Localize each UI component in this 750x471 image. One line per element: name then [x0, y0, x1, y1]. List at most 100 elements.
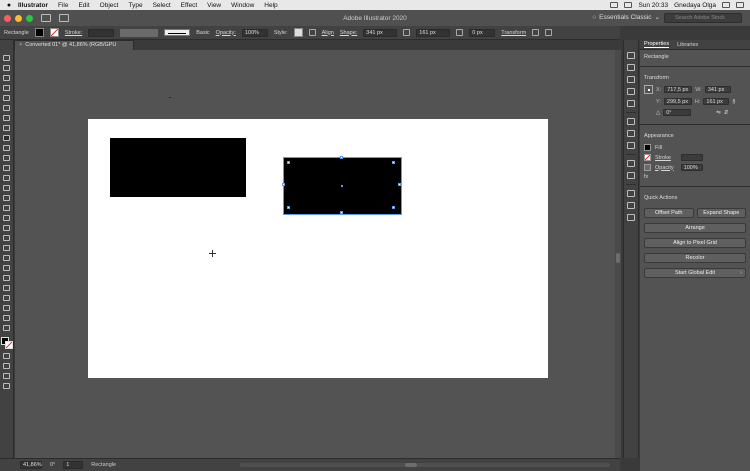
expand-shape-button[interactable]: Expand Shape: [696, 208, 746, 218]
document-tab[interactable]: ×Converted 01* @ 41,86% (RGB/GPU Preview…: [14, 40, 134, 57]
screen-mode-icon[interactable]: [3, 373, 10, 379]
paintbrush-tool-icon[interactable]: [3, 145, 10, 151]
menu-help[interactable]: Help: [264, 2, 277, 9]
corner-radius-field[interactable]: 0 px: [469, 28, 496, 37]
stroke-weight-field[interactable]: [680, 154, 703, 161]
apple-icon[interactable]: ●: [0, 2, 18, 9]
symbols-panel-icon[interactable]: [627, 100, 635, 107]
stroke-panel-icon[interactable]: [627, 118, 635, 125]
scale-tool-icon[interactable]: [3, 185, 10, 191]
black-rectangle-1[interactable]: [110, 138, 246, 197]
type-tool-icon[interactable]: [3, 115, 10, 121]
recolor-icon[interactable]: [308, 29, 316, 36]
menu-object[interactable]: Object: [100, 2, 119, 9]
angle-field[interactable]: 0°: [663, 109, 692, 116]
brushes-panel-icon[interactable]: [627, 88, 635, 95]
menu-app[interactable]: Illustrator: [18, 2, 48, 9]
w-field[interactable]: 341 px: [704, 86, 731, 93]
direct-selection-tool-icon[interactable]: [3, 65, 10, 71]
rectangle-tool-icon[interactable]: [3, 135, 10, 141]
flip-horizontal-icon[interactable]: ⇋: [716, 110, 721, 116]
symbol-sprayer-tool-icon[interactable]: [3, 275, 10, 281]
edit-toolbar-icon[interactable]: [3, 383, 10, 389]
opacity-field[interactable]: 100%: [680, 164, 703, 171]
transform-link[interactable]: Transform: [501, 30, 526, 36]
hand-tool-icon[interactable]: [3, 315, 10, 321]
opacity-field[interactable]: 100%: [241, 28, 268, 37]
y-field[interactable]: 299,5 px: [663, 98, 692, 105]
horizontal-scrollbar[interactable]: [240, 463, 610, 467]
start-global-edit-button[interactable]: Start Global Edit: [644, 268, 746, 278]
height-field[interactable]: 161 px: [416, 28, 451, 37]
menu-select[interactable]: Select: [153, 2, 171, 9]
vertical-scrollbar[interactable]: [615, 50, 621, 458]
perspective-grid-tool-icon[interactable]: [3, 225, 10, 231]
rotate-view-field[interactable]: 0°: [50, 462, 55, 468]
color-panel-icon[interactable]: [627, 64, 635, 71]
selection-tool-icon[interactable]: [3, 55, 10, 61]
width-field[interactable]: 341 px: [363, 28, 398, 37]
slice-tool-icon[interactable]: [3, 305, 10, 311]
menu-icon[interactable]: [545, 29, 553, 36]
workspace-switcher[interactable]: ○ Essentials Classic ⌄: [592, 13, 660, 22]
list-icon[interactable]: [736, 2, 744, 8]
properties-panel-icon[interactable]: [627, 52, 635, 59]
minimize-window-button[interactable]: [15, 14, 22, 22]
graphic-style-swatch[interactable]: [293, 28, 303, 37]
lasso-tool-icon[interactable]: [3, 85, 10, 91]
tab-libraries[interactable]: Libraries: [677, 42, 698, 48]
gradient-panel-icon[interactable]: [627, 130, 635, 137]
menu-file[interactable]: File: [58, 2, 68, 9]
reference-point-icon[interactable]: [644, 85, 653, 94]
selection-handle[interactable]: [392, 161, 395, 164]
tab-properties[interactable]: Properties: [644, 41, 670, 48]
shape-link[interactable]: Shape:: [340, 30, 357, 36]
swatches-panel-icon[interactable]: [627, 76, 635, 83]
menu-window[interactable]: Window: [231, 2, 254, 9]
home-icon[interactable]: [59, 14, 69, 22]
magic-wand-tool-icon[interactable]: [3, 75, 10, 81]
color-mode-icon[interactable]: [3, 353, 10, 359]
free-transform-tool-icon[interactable]: [3, 205, 10, 211]
eyedropper-tool-icon[interactable]: [3, 255, 10, 261]
artboards-panel-icon[interactable]: [627, 202, 635, 209]
constrain-proportions-icon[interactable]: §: [732, 99, 735, 105]
align-icon[interactable]: [532, 29, 540, 36]
variable-width-profile[interactable]: [120, 28, 159, 37]
arrange-button[interactable]: Arrange: [644, 223, 746, 233]
eraser-tool-icon[interactable]: [3, 165, 10, 171]
blend-tool-icon[interactable]: [3, 265, 10, 271]
shape-builder-tool-icon[interactable]: [3, 215, 10, 221]
battery-icon[interactable]: [624, 2, 633, 8]
zoom-field[interactable]: 41,86%: [20, 461, 42, 469]
stroke-color-icon[interactable]: [4, 341, 13, 349]
user-name[interactable]: Gnedaya Olga: [674, 2, 716, 9]
link-icon[interactable]: [403, 29, 411, 36]
align-to-pixel-grid-button[interactable]: Align to Pixel Grid: [644, 238, 746, 248]
x-field[interactable]: 717,5 px: [664, 86, 693, 93]
pen-tool-icon[interactable]: [3, 95, 10, 101]
menu-view[interactable]: View: [207, 2, 221, 9]
align-link[interactable]: Align: [322, 30, 334, 36]
brush-preview[interactable]: [164, 29, 191, 36]
fill-swatch[interactable]: [34, 28, 44, 37]
mesh-tool-icon[interactable]: [3, 235, 10, 241]
opacity-link[interactable]: Opacity: [655, 165, 674, 171]
h-field[interactable]: 161 px: [703, 98, 730, 105]
close-window-button[interactable]: [4, 14, 11, 22]
graph-tool-icon[interactable]: [3, 285, 10, 291]
selection-handle[interactable]: [287, 206, 290, 209]
selection-handle[interactable]: [392, 206, 395, 209]
selection-handle[interactable]: [340, 211, 343, 214]
stroke-weight-field[interactable]: [88, 28, 115, 37]
grid-view-icon[interactable]: [41, 14, 51, 22]
recolor-button[interactable]: Recolor: [644, 253, 746, 263]
canvas[interactable]: [15, 50, 615, 458]
selection-handle[interactable]: [340, 156, 343, 159]
menu-type[interactable]: Type: [128, 2, 142, 9]
search-icon[interactable]: [722, 2, 730, 8]
links-panel-icon[interactable]: [627, 214, 635, 221]
artboard[interactable]: [88, 119, 548, 378]
wifi-icon[interactable]: [610, 2, 619, 8]
fx-button[interactable]: fx: [644, 174, 648, 180]
